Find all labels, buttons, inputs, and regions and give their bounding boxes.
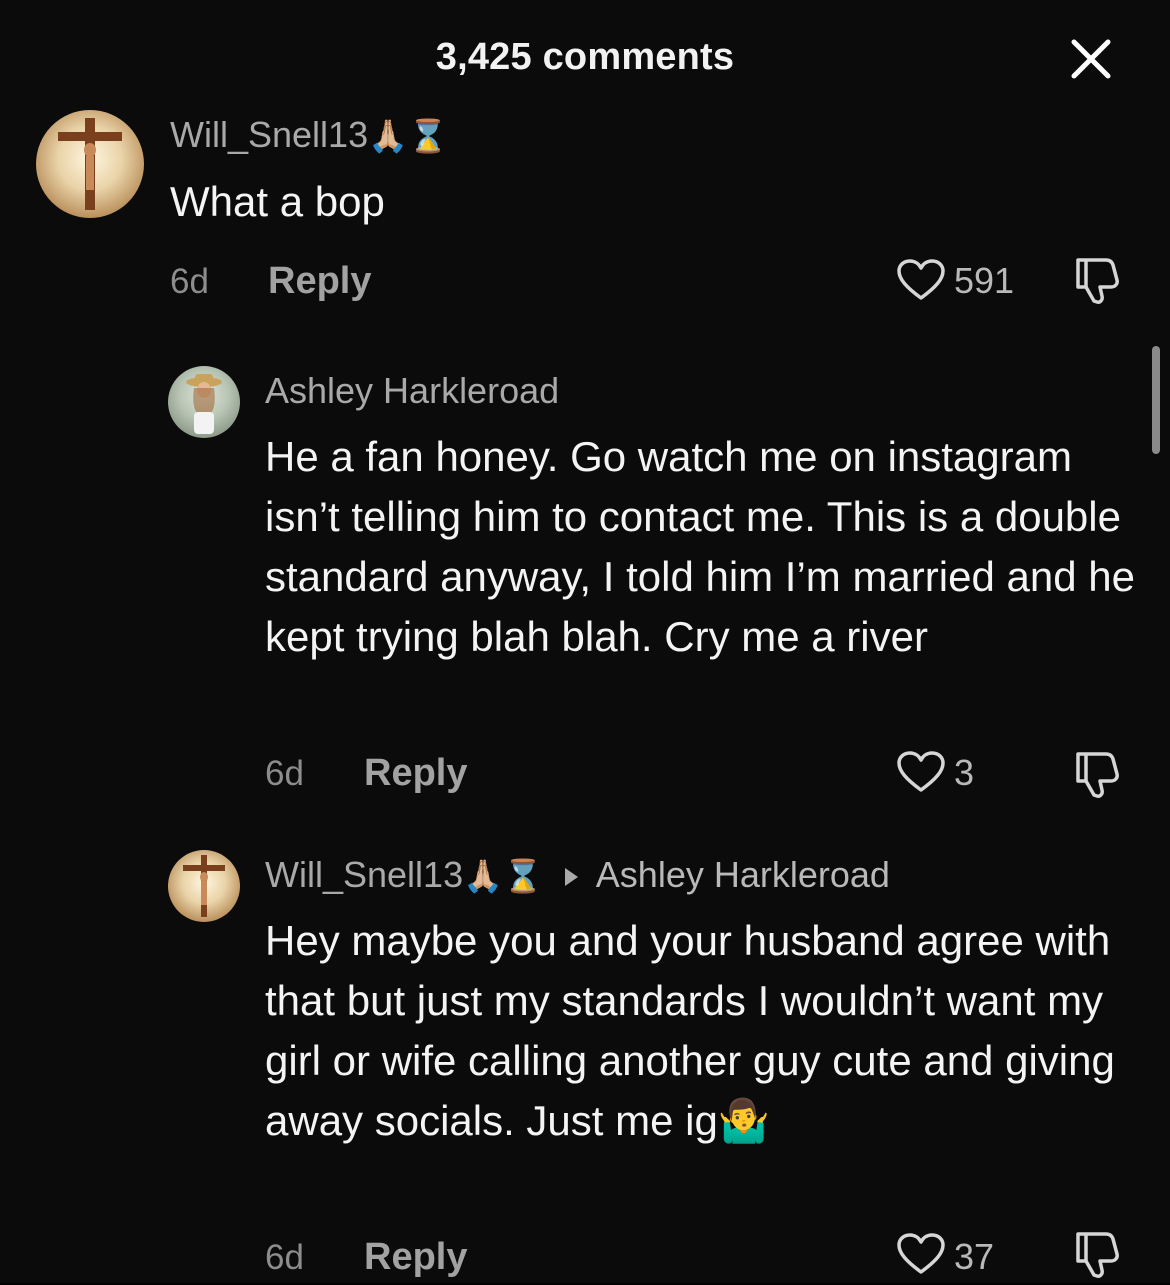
reply-comment-item: Ashley Harkleroad He a fan honey. Go wat… bbox=[0, 364, 1170, 804]
comment-item: Will_Snell13🙏🏼⌛ What a bop 6d Reply 591 bbox=[0, 108, 1170, 308]
reply-button[interactable]: Reply bbox=[364, 1236, 467, 1279]
comment-time: 6d bbox=[265, 1238, 304, 1277]
comment-username[interactable]: Will_Snell13🙏🏼⌛ Ashley Harkleroad bbox=[265, 854, 890, 896]
like-count: 591 bbox=[954, 260, 1015, 301]
comment-time: 6d bbox=[170, 262, 209, 301]
comment-text: What a bop bbox=[170, 178, 385, 225]
comment-username[interactable]: Will_Snell13🙏🏼⌛ bbox=[170, 114, 448, 156]
reply-to-username[interactable]: Ashley Harkleroad bbox=[596, 854, 890, 895]
like-count: 37 bbox=[954, 1236, 995, 1277]
comment-username[interactable]: Ashley Harkleroad bbox=[265, 370, 559, 412]
dislike-icon[interactable] bbox=[1070, 748, 1124, 800]
username-text[interactable]: Will_Snell13 bbox=[265, 854, 463, 895]
comment-text: Hey maybe you and your husband agree wit… bbox=[265, 917, 1127, 1144]
heart-icon[interactable] bbox=[896, 258, 946, 302]
reply-comment-item: Will_Snell13🙏🏼⌛ Ashley Harkleroad Hey may… bbox=[0, 848, 1170, 1283]
crucifix-avatar[interactable] bbox=[36, 110, 144, 218]
scrollbar[interactable] bbox=[1152, 346, 1160, 454]
username-emojis: 🙏🏼⌛ bbox=[463, 858, 543, 894]
comment-time: 6d bbox=[265, 754, 304, 793]
close-icon[interactable] bbox=[1068, 36, 1114, 82]
dislike-icon[interactable] bbox=[1070, 254, 1124, 306]
reply-arrow-icon bbox=[564, 868, 578, 887]
like-count: 3 bbox=[954, 752, 975, 793]
dislike-icon[interactable] bbox=[1070, 1228, 1124, 1280]
username-text[interactable]: Will_Snell13 bbox=[170, 114, 368, 155]
heart-icon[interactable] bbox=[896, 750, 946, 794]
comments-count-title: 3,425 comments bbox=[435, 36, 735, 78]
reply-button[interactable]: Reply bbox=[268, 260, 371, 303]
crucifix-avatar[interactable] bbox=[168, 850, 240, 922]
woman-hat-avatar[interactable] bbox=[168, 366, 240, 438]
username-text[interactable]: Ashley Harkleroad bbox=[265, 370, 559, 411]
heart-icon[interactable] bbox=[896, 1232, 946, 1276]
username-emojis: 🙏🏼⌛ bbox=[368, 118, 448, 154]
comments-header: 3,425 comments bbox=[0, 0, 1170, 118]
reply-button[interactable]: Reply bbox=[364, 752, 467, 795]
comment-text: He a fan honey. Go watch me on instagram… bbox=[265, 433, 1147, 660]
